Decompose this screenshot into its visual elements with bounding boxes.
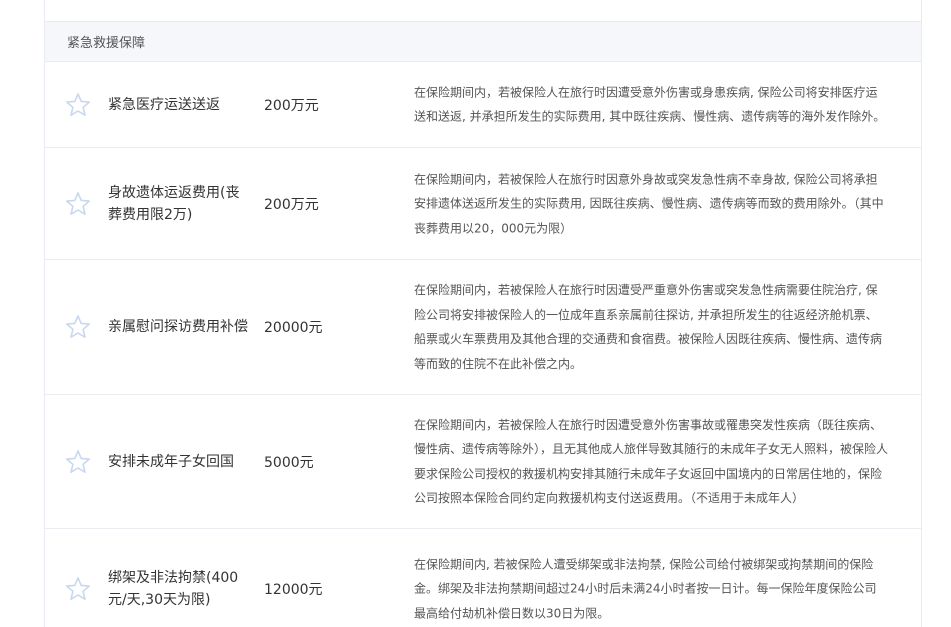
coverage-description: 在保险期间内, 若被保险人遭受绑架或非法拘禁, 保险公司给付被绑架或拘禁期间的保… [414,556,877,620]
star-outline-icon[interactable] [65,191,91,217]
coverage-name: 安排未成年子女回国 [108,453,234,470]
star-outline-icon[interactable] [65,576,91,602]
coverage-description: 在保险期间内，若被保险人在旅行时因遭受严重意外伤害或突发急性病需要住院治疗, 保… [414,283,883,371]
coverage-name: 亲属慰问探访费用补偿 [108,319,248,335]
coverage-description: 在保险期间内，若被保险人在旅行时因意外身故或突发急性病不幸身故, 保险公司将承担… [414,171,884,235]
coverage-row: 安排未成年子女回国 5000元 在保险期间内，若被保险人在旅行时因遭受意外伤害事… [45,395,921,529]
coverage-row: 绑架及非法拘禁(400元/天,30天为限) 12000元 在保险期间内, 若被保… [45,529,921,627]
coverage-name: 绑架及非法拘禁(400元/天,30天为限) [108,569,239,608]
star-outline-icon[interactable] [65,314,91,340]
coverage-amount: 200万元 [264,196,319,213]
section-header: 紧急救援保障 [45,22,921,62]
section-title: 紧急救援保障 [67,36,146,51]
coverage-row: 身故遗体运返费用(丧葬费用限2万) 200万元 在保险期间内，若被保险人在旅行时… [45,148,921,260]
coverage-row: 亲属慰问探访费用补偿 20000元 在保险期间内，若被保险人在旅行时因遭受严重意… [45,260,921,395]
coverage-amount: 5000元 [264,454,314,471]
previous-row-edge [45,0,921,22]
coverage-row: 紧急医疗运送送返 200万元 在保险期间内，若被保险人在旅行时因遭受意外伤害或身… [45,62,921,148]
coverage-description: 在保险期间内，若被保险人在旅行时因遭受意外伤害事故或罹患突发性疾病（既往疾病、慢… [414,417,889,506]
coverage-amount: 12000元 [264,581,323,598]
coverage-amount: 200万元 [264,97,319,114]
star-outline-icon[interactable] [65,449,91,475]
coverage-panel: 紧急救援保障 紧急医疗运送送返 200万元 在保险期间内，若被保险人在旅行时因遭… [44,0,922,627]
coverage-amount: 20000元 [264,320,323,336]
coverage-description: 在保险期间内，若被保险人在旅行时因遭受意外伤害或身患疾病, 保险公司将安排医疗运… [414,85,886,124]
coverage-name: 紧急医疗运送送返 [108,96,220,113]
star-outline-icon[interactable] [65,92,91,118]
coverage-name: 身故遗体运返费用(丧葬费用限2万) [108,184,240,223]
